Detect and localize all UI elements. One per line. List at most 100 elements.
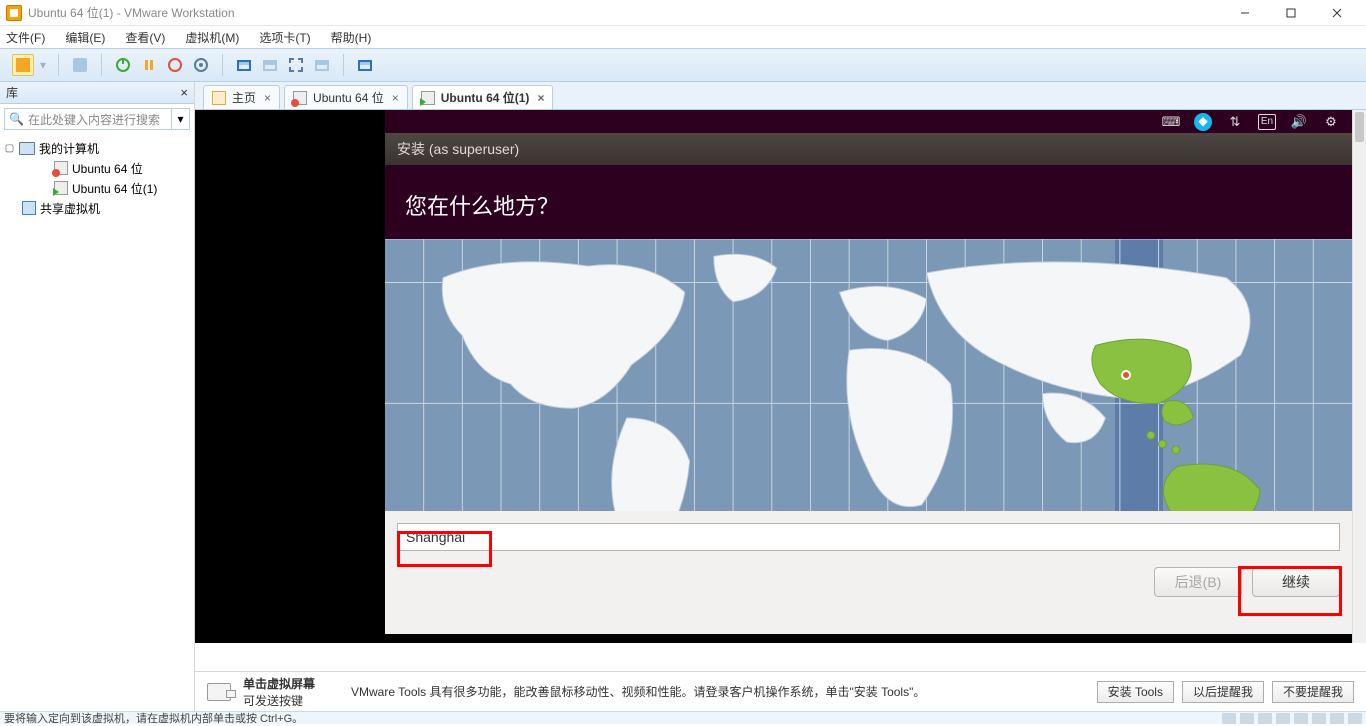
- vm-off-icon: [293, 91, 307, 105]
- sidebar-close-button[interactable]: ×: [180, 85, 188, 100]
- status-icon[interactable]: [1312, 713, 1326, 724]
- window-titlebar: Ubuntu 64 位(1) - VMware Workstation: [0, 0, 1366, 26]
- status-icon[interactable]: [1276, 713, 1290, 724]
- keyboard-indicator-icon[interactable]: ⌨: [1162, 114, 1180, 130]
- toolbar-library-toggle[interactable]: [12, 54, 34, 76]
- search-icon: 🔍: [9, 112, 24, 126]
- status-device-icons: [1222, 713, 1362, 724]
- sidebar-header: 库 ×: [0, 82, 194, 104]
- tabstrip: 主页 × Ubuntu 64 位 × Ubuntu 64 位(1) ×: [195, 82, 1366, 110]
- settings-gear-icon[interactable]: ⚙: [1322, 114, 1340, 130]
- timezone-input-value: Shanghai: [406, 529, 465, 545]
- installer-titlebar: 安装 (as superuser): [385, 133, 1352, 165]
- status-icon[interactable]: [1330, 713, 1344, 724]
- vmware-tools-hintbar: 单击虚拟屏幕 可发送按键 VMware Tools 具有很多功能，能改善鼠标移动…: [195, 671, 1366, 711]
- toolbar-power-off[interactable]: [164, 54, 186, 76]
- world-map-svg: [385, 239, 1352, 511]
- tab-vm1-label: Ubuntu 64 位: [313, 89, 384, 106]
- hint-click-title: 单击虚拟屏幕: [243, 675, 315, 692]
- menu-file[interactable]: 文件(F): [6, 29, 45, 46]
- timezone-input[interactable]: Shanghai: [397, 523, 1340, 551]
- main-area: 主页 × Ubuntu 64 位 × Ubuntu 64 位(1) × ⌨: [195, 82, 1366, 711]
- toolbar-multiple-monitors[interactable]: [354, 54, 376, 76]
- toolbar-unity[interactable]: [311, 54, 333, 76]
- app-icon: [6, 5, 22, 21]
- status-icon[interactable]: [1240, 713, 1254, 724]
- window-maximize-button[interactable]: [1268, 0, 1314, 26]
- tree-my-computer[interactable]: 我的计算机: [39, 140, 99, 157]
- tab-vm2[interactable]: Ubuntu 64 位(1) ×: [412, 85, 554, 109]
- tab-close-icon[interactable]: ×: [392, 91, 399, 105]
- tree-vm1[interactable]: Ubuntu 64 位: [72, 160, 143, 177]
- vm-off-icon: [54, 161, 68, 175]
- installer-heading: 您在什么地方？: [385, 165, 1352, 239]
- toolbar-console-view[interactable]: [233, 54, 255, 76]
- sidebar: 库 × 🔍 在此处键入内容进行搜索 ▾ ▢ 我的计算机 Ubuntu 64 位 …: [0, 82, 195, 711]
- never-remind-button[interactable]: 不要提醒我: [1272, 681, 1354, 703]
- sidebar-title: 库: [6, 84, 18, 101]
- accessibility-icon[interactable]: ❖: [1194, 113, 1212, 131]
- vm-viewport[interactable]: ⌨ ❖ ⇅ En 🔊 ⚙ 安装 (as superuser) 您在什么地方？: [195, 110, 1366, 711]
- installer-lower-panel: Shanghai 后退(B) 继续: [385, 511, 1352, 634]
- tree-shared[interactable]: 共享虚拟机: [40, 200, 100, 217]
- toolbar: ▾: [0, 48, 1366, 82]
- timezone-pin: [1121, 370, 1131, 380]
- tab-close-icon[interactable]: ×: [537, 91, 544, 105]
- vertical-scrollbar[interactable]: [1352, 110, 1366, 643]
- install-tools-button[interactable]: 安装 Tools: [1097, 681, 1174, 703]
- toolbar-dropdown-icon[interactable]: ▾: [40, 58, 46, 72]
- vm-on-icon: [54, 181, 68, 195]
- never-remind-label: 不要提醒我: [1283, 683, 1343, 700]
- remind-later-button[interactable]: 以后提醒我: [1182, 681, 1264, 703]
- network-icon[interactable]: ⇅: [1226, 114, 1244, 130]
- menu-vm[interactable]: 虚拟机(M): [185, 29, 239, 46]
- computer-icon: [19, 142, 35, 155]
- window-close-button[interactable]: [1314, 0, 1360, 26]
- menu-view[interactable]: 查看(V): [125, 29, 165, 46]
- tab-home[interactable]: 主页 ×: [203, 85, 280, 109]
- tree-toggle-icon[interactable]: ▢: [4, 143, 15, 154]
- tab-close-icon[interactable]: ×: [264, 91, 271, 105]
- status-icon[interactable]: [1258, 713, 1272, 724]
- menubar: 文件(F) 编辑(E) 查看(V) 虚拟机(M) 选项卡(T) 帮助(H): [0, 26, 1366, 48]
- toolbar-single-window[interactable]: [259, 54, 281, 76]
- scrollbar-thumb[interactable]: [1355, 112, 1364, 142]
- toolbar-suspend[interactable]: [138, 54, 160, 76]
- toolbar-power-on[interactable]: [112, 54, 134, 76]
- back-button[interactable]: 后退(B): [1154, 567, 1242, 597]
- hint-tools-message: VMware Tools 具有很多功能，能改善鼠标移动性、视频和性能。请登录客户…: [351, 683, 925, 700]
- installer-title: 安装 (as superuser): [397, 139, 519, 159]
- window-title: Ubuntu 64 位(1) - VMware Workstation: [28, 4, 235, 21]
- menu-tabs[interactable]: 选项卡(T): [259, 29, 310, 46]
- vm-on-icon: [421, 91, 435, 105]
- back-button-label: 后退(B): [1175, 572, 1222, 592]
- toolbar-thumbnails[interactable]: [69, 54, 91, 76]
- continue-button-label: 继续: [1282, 572, 1310, 592]
- status-icon[interactable]: [1222, 713, 1236, 724]
- keyboard-hint-icon: [207, 683, 231, 701]
- tab-vm1[interactable]: Ubuntu 64 位 ×: [284, 85, 408, 109]
- remind-later-label: 以后提醒我: [1193, 683, 1253, 700]
- tab-home-label: 主页: [232, 89, 256, 106]
- sound-icon[interactable]: 🔊: [1290, 114, 1308, 130]
- continue-button[interactable]: 继续: [1252, 567, 1340, 597]
- status-icon[interactable]: [1348, 713, 1362, 724]
- ubuntu-installer: ⌨ ❖ ⇅ En 🔊 ⚙ 安装 (as superuser) 您在什么地方？: [385, 110, 1352, 634]
- toolbar-fullscreen[interactable]: [285, 54, 307, 76]
- window-minimize-button[interactable]: [1222, 0, 1268, 26]
- toolbar-snapshot[interactable]: [190, 54, 212, 76]
- timezone-map[interactable]: [385, 239, 1352, 511]
- sidebar-search-dropdown[interactable]: ▾: [172, 108, 190, 130]
- menu-help[interactable]: 帮助(H): [331, 29, 372, 46]
- ubuntu-topbar: ⌨ ❖ ⇅ En 🔊 ⚙: [385, 110, 1352, 133]
- home-icon: [212, 91, 226, 105]
- menu-edit[interactable]: 编辑(E): [65, 29, 105, 46]
- sidebar-search-input[interactable]: 🔍 在此处键入内容进行搜索: [4, 108, 172, 130]
- install-tools-label: 安装 Tools: [1108, 683, 1163, 700]
- sidebar-tree: ▢ 我的计算机 Ubuntu 64 位 Ubuntu 64 位(1) 共享虚拟机: [0, 134, 194, 222]
- tree-vm2[interactable]: Ubuntu 64 位(1): [72, 180, 157, 197]
- hint-click-sub: 可发送按键: [243, 692, 315, 709]
- shared-icon: [22, 201, 36, 215]
- status-icon[interactable]: [1294, 713, 1308, 724]
- language-indicator[interactable]: En: [1258, 114, 1276, 130]
